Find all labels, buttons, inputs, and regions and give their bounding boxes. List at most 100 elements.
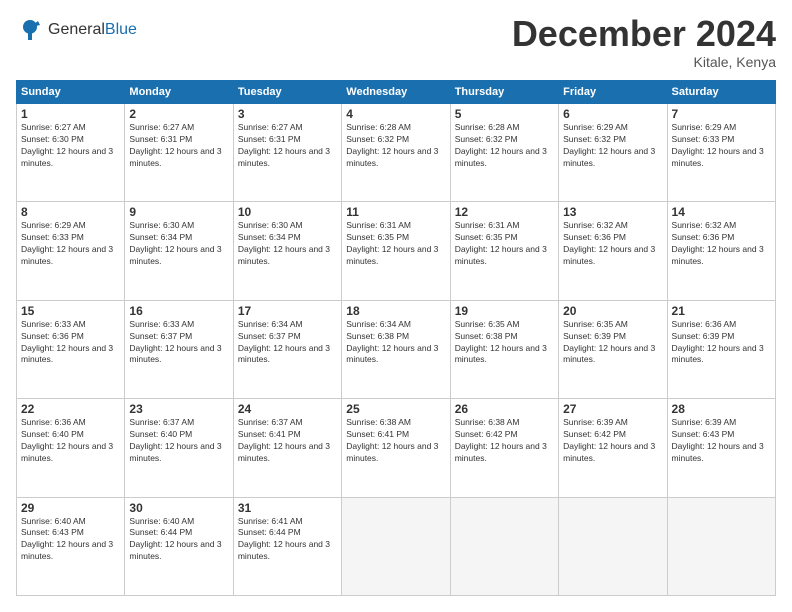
calendar-week-row: 8 Sunrise: 6:29 AM Sunset: 6:33 PM Dayli…	[17, 202, 776, 300]
sunset-label: Sunset: 6:43 PM	[21, 527, 84, 537]
calendar-cell: 14 Sunrise: 6:32 AM Sunset: 6:36 PM Dayl…	[667, 202, 775, 300]
day-number: 15	[21, 304, 120, 318]
day-number: 8	[21, 205, 120, 219]
daylight-label: Daylight: 12 hours and 3 minutes.	[129, 244, 221, 266]
sunrise-label: Sunrise: 6:37 AM	[129, 417, 194, 427]
sunrise-label: Sunrise: 6:33 AM	[21, 319, 86, 329]
sunset-label: Sunset: 6:33 PM	[672, 134, 735, 144]
day-number: 18	[346, 304, 445, 318]
sunrise-label: Sunrise: 6:28 AM	[346, 122, 411, 132]
sunset-label: Sunset: 6:36 PM	[672, 232, 735, 242]
day-info: Sunrise: 6:34 AM Sunset: 6:37 PM Dayligh…	[238, 319, 337, 367]
sunset-label: Sunset: 6:31 PM	[238, 134, 301, 144]
daylight-label: Daylight: 12 hours and 3 minutes.	[346, 343, 438, 365]
sunset-label: Sunset: 6:34 PM	[129, 232, 192, 242]
daylight-label: Daylight: 12 hours and 3 minutes.	[21, 539, 113, 561]
sunrise-label: Sunrise: 6:30 AM	[238, 220, 303, 230]
sunset-label: Sunset: 6:31 PM	[129, 134, 192, 144]
day-info: Sunrise: 6:29 AM Sunset: 6:33 PM Dayligh…	[21, 220, 120, 268]
day-info: Sunrise: 6:27 AM Sunset: 6:31 PM Dayligh…	[238, 122, 337, 170]
sunset-label: Sunset: 6:30 PM	[21, 134, 84, 144]
daylight-label: Daylight: 12 hours and 3 minutes.	[238, 539, 330, 561]
calendar-cell: 10 Sunrise: 6:30 AM Sunset: 6:34 PM Dayl…	[233, 202, 341, 300]
calendar-cell: 11 Sunrise: 6:31 AM Sunset: 6:35 PM Dayl…	[342, 202, 450, 300]
daylight-label: Daylight: 12 hours and 3 minutes.	[346, 244, 438, 266]
calendar-cell: 25 Sunrise: 6:38 AM Sunset: 6:41 PM Dayl…	[342, 399, 450, 497]
calendar-week-row: 29 Sunrise: 6:40 AM Sunset: 6:43 PM Dayl…	[17, 497, 776, 595]
daylight-label: Daylight: 12 hours and 3 minutes.	[238, 146, 330, 168]
day-number: 1	[21, 107, 120, 121]
sunset-label: Sunset: 6:39 PM	[672, 331, 735, 341]
day-number: 19	[455, 304, 554, 318]
calendar-header-row: Sunday Monday Tuesday Wednesday Thursday…	[17, 81, 776, 104]
calendar-cell: 20 Sunrise: 6:35 AM Sunset: 6:39 PM Dayl…	[559, 300, 667, 398]
day-info: Sunrise: 6:33 AM Sunset: 6:37 PM Dayligh…	[129, 319, 228, 367]
daylight-label: Daylight: 12 hours and 3 minutes.	[563, 146, 655, 168]
day-number: 14	[672, 205, 771, 219]
calendar-cell: 2 Sunrise: 6:27 AM Sunset: 6:31 PM Dayli…	[125, 104, 233, 202]
day-info: Sunrise: 6:30 AM Sunset: 6:34 PM Dayligh…	[129, 220, 228, 268]
sunrise-label: Sunrise: 6:29 AM	[563, 122, 628, 132]
day-info: Sunrise: 6:35 AM Sunset: 6:39 PM Dayligh…	[563, 319, 662, 367]
daylight-label: Daylight: 12 hours and 3 minutes.	[672, 244, 764, 266]
daylight-label: Daylight: 12 hours and 3 minutes.	[238, 441, 330, 463]
daylight-label: Daylight: 12 hours and 3 minutes.	[21, 244, 113, 266]
daylight-label: Daylight: 12 hours and 3 minutes.	[672, 343, 764, 365]
sunset-label: Sunset: 6:38 PM	[346, 331, 409, 341]
sunset-label: Sunset: 6:44 PM	[238, 527, 301, 537]
day-info: Sunrise: 6:30 AM Sunset: 6:34 PM Dayligh…	[238, 220, 337, 268]
sunrise-label: Sunrise: 6:27 AM	[129, 122, 194, 132]
sunrise-label: Sunrise: 6:36 AM	[21, 417, 86, 427]
calendar-cell	[559, 497, 667, 595]
calendar-cell: 8 Sunrise: 6:29 AM Sunset: 6:33 PM Dayli…	[17, 202, 125, 300]
day-number: 10	[238, 205, 337, 219]
calendar-cell: 9 Sunrise: 6:30 AM Sunset: 6:34 PM Dayli…	[125, 202, 233, 300]
day-number: 5	[455, 107, 554, 121]
sunrise-label: Sunrise: 6:31 AM	[346, 220, 411, 230]
sunrise-label: Sunrise: 6:34 AM	[346, 319, 411, 329]
calendar-table: Sunday Monday Tuesday Wednesday Thursday…	[16, 80, 776, 596]
calendar-cell: 24 Sunrise: 6:37 AM Sunset: 6:41 PM Dayl…	[233, 399, 341, 497]
sunset-label: Sunset: 6:37 PM	[238, 331, 301, 341]
location: Kitale, Kenya	[512, 54, 776, 70]
day-number: 3	[238, 107, 337, 121]
day-info: Sunrise: 6:34 AM Sunset: 6:38 PM Dayligh…	[346, 319, 445, 367]
calendar-cell: 21 Sunrise: 6:36 AM Sunset: 6:39 PM Dayl…	[667, 300, 775, 398]
day-number: 9	[129, 205, 228, 219]
month-title: December 2024	[512, 16, 776, 52]
logo-blue: Blue	[105, 21, 137, 38]
day-info: Sunrise: 6:29 AM Sunset: 6:32 PM Dayligh…	[563, 122, 662, 170]
sunset-label: Sunset: 6:40 PM	[129, 429, 192, 439]
col-sunday: Sunday	[17, 81, 125, 104]
daylight-label: Daylight: 12 hours and 3 minutes.	[346, 146, 438, 168]
day-info: Sunrise: 6:36 AM Sunset: 6:39 PM Dayligh…	[672, 319, 771, 367]
sunset-label: Sunset: 6:42 PM	[455, 429, 518, 439]
day-number: 20	[563, 304, 662, 318]
daylight-label: Daylight: 12 hours and 3 minutes.	[455, 441, 547, 463]
day-number: 27	[563, 402, 662, 416]
day-info: Sunrise: 6:33 AM Sunset: 6:36 PM Dayligh…	[21, 319, 120, 367]
daylight-label: Daylight: 12 hours and 3 minutes.	[129, 146, 221, 168]
day-info: Sunrise: 6:37 AM Sunset: 6:41 PM Dayligh…	[238, 417, 337, 465]
title-block: December 2024 Kitale, Kenya	[512, 16, 776, 70]
header: GeneralBlue December 2024 Kitale, Kenya	[16, 16, 776, 70]
calendar-cell: 23 Sunrise: 6:37 AM Sunset: 6:40 PM Dayl…	[125, 399, 233, 497]
sunrise-label: Sunrise: 6:39 AM	[563, 417, 628, 427]
sunset-label: Sunset: 6:33 PM	[21, 232, 84, 242]
sunset-label: Sunset: 6:36 PM	[21, 331, 84, 341]
day-info: Sunrise: 6:39 AM Sunset: 6:42 PM Dayligh…	[563, 417, 662, 465]
calendar-cell: 4 Sunrise: 6:28 AM Sunset: 6:32 PM Dayli…	[342, 104, 450, 202]
day-info: Sunrise: 6:37 AM Sunset: 6:40 PM Dayligh…	[129, 417, 228, 465]
day-number: 25	[346, 402, 445, 416]
sunrise-label: Sunrise: 6:29 AM	[21, 220, 86, 230]
day-info: Sunrise: 6:32 AM Sunset: 6:36 PM Dayligh…	[563, 220, 662, 268]
day-info: Sunrise: 6:35 AM Sunset: 6:38 PM Dayligh…	[455, 319, 554, 367]
daylight-label: Daylight: 12 hours and 3 minutes.	[238, 343, 330, 365]
calendar-cell	[342, 497, 450, 595]
daylight-label: Daylight: 12 hours and 3 minutes.	[563, 244, 655, 266]
sunrise-label: Sunrise: 6:41 AM	[238, 516, 303, 526]
sunset-label: Sunset: 6:35 PM	[455, 232, 518, 242]
daylight-label: Daylight: 12 hours and 3 minutes.	[672, 146, 764, 168]
logo: GeneralBlue	[16, 16, 137, 44]
sunrise-label: Sunrise: 6:33 AM	[129, 319, 194, 329]
